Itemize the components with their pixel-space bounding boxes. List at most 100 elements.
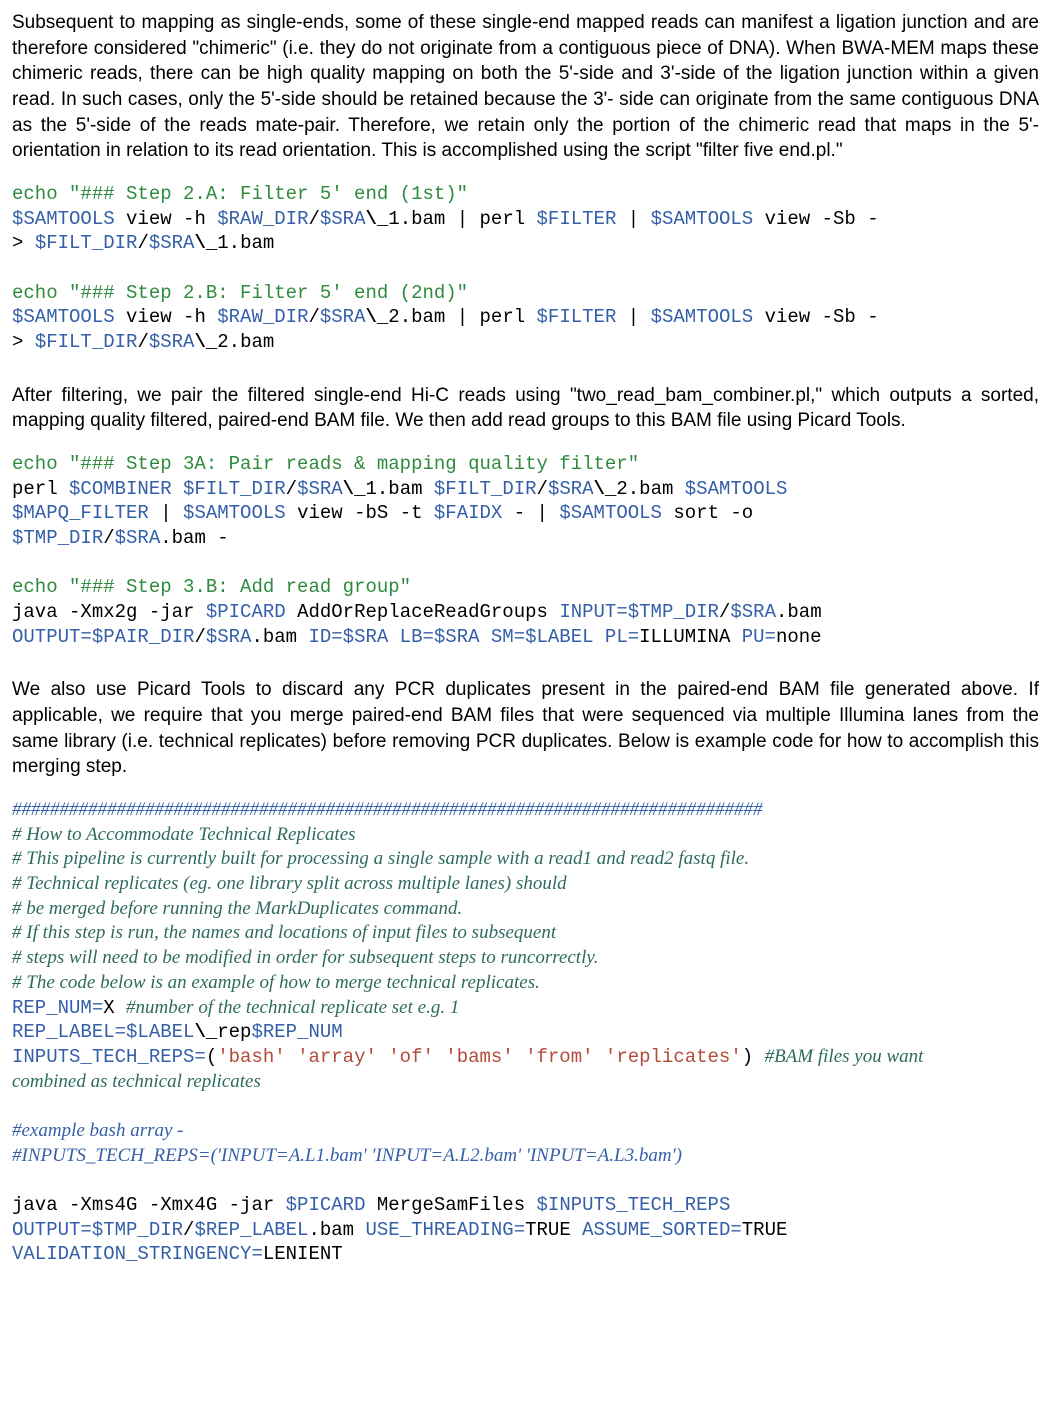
echo-line: echo "### Step 3A: Pair reads & mapping … (12, 453, 639, 475)
comment: # If this step is run, the names and loc… (12, 922, 556, 943)
tk: PU= (742, 626, 776, 648)
tk: $PICARD (286, 1194, 377, 1216)
tk: $SAMTOOLS (12, 306, 115, 328)
paragraph-1: Subsequent to mapping as single-ends, so… (12, 10, 1039, 164)
tk: INPUT=$TMP_DIR (559, 601, 719, 623)
tk: $REP_NUM (251, 1021, 342, 1043)
tk: $TMP_DIR (12, 527, 103, 549)
comment: #number of the technical replicate set e… (126, 997, 459, 1018)
tk: sort -o (662, 502, 753, 524)
tk: $SRA (115, 527, 161, 549)
tk: $FILTER (537, 306, 617, 328)
tk: ( (206, 1046, 217, 1068)
tk: rep (217, 1021, 251, 1043)
code-block-step3: echo "### Step 3A: Pair reads & mapping … (12, 452, 1039, 650)
tk: $SRA (320, 208, 366, 230)
comment: # Technical replicates (eg. one library … (12, 873, 567, 894)
tk: $SAMTOOLS (183, 502, 286, 524)
tk: 2.bam (217, 331, 274, 353)
tk: MergeSamFiles (377, 1194, 537, 1216)
tk: java -Xmx2g -jar (12, 601, 206, 623)
tk: view -Sb - (753, 208, 878, 230)
paragraph-3: We also use Picard Tools to discard any … (12, 677, 1039, 780)
tk: \_ (343, 478, 366, 500)
tk: / (537, 478, 548, 500)
code-block-techreps: ########################################… (12, 798, 1039, 1267)
paragraph-2: After filtering, we pair the filtered si… (12, 383, 1039, 434)
tk: REP_LABEL=$LABEL (12, 1021, 194, 1043)
tk: \_ (365, 306, 388, 328)
tk: | (616, 306, 650, 328)
tk: $SRA (149, 331, 195, 353)
tk: / (137, 331, 148, 353)
tk: none (776, 626, 822, 648)
tk: \_ (194, 1021, 217, 1043)
tk: / (286, 478, 297, 500)
tk: $PICARD (206, 601, 286, 623)
tk: USE_THREADING= (365, 1219, 525, 1241)
tk: $SAMTOOLS (559, 502, 662, 524)
tk: \_ (194, 232, 217, 254)
comment: # How to Accommodate Technical Replicate… (12, 824, 356, 845)
tk: > (12, 331, 35, 353)
tk: OUTPUT=$PAIR_DIR (12, 626, 194, 648)
tk: VALIDATION_STRINGENCY= (12, 1243, 263, 1265)
tk: $COMBINER $FILT_DIR (69, 478, 286, 500)
tk: perl (12, 478, 69, 500)
tk: $FILTER (537, 208, 617, 230)
comment: combined as technical replicates (12, 1071, 261, 1092)
tk: / (719, 601, 730, 623)
tk: $SRA (548, 478, 594, 500)
tk: \_ (194, 331, 217, 353)
tk: $REP_LABEL (194, 1219, 308, 1241)
tk: view -bS -t (286, 502, 434, 524)
tk: $SRA (730, 601, 776, 623)
tk: $FAIDX (434, 502, 502, 524)
comment: # This pipeline is currently built for p… (12, 848, 749, 869)
tk: / (103, 527, 114, 549)
comment: # be merged before running the MarkDupli… (12, 898, 462, 919)
tk: 2.bam | perl (388, 306, 536, 328)
tk: ILLUMINA (639, 626, 742, 648)
tk: ID=$SRA LB=$SRA SM=$LABEL PL= (308, 626, 639, 648)
tk: 'bash' 'array' 'of' 'bams' 'from' 'repli… (217, 1046, 742, 1068)
tk: TRUE (525, 1219, 582, 1241)
tk: java -Xms4G -Xmx4G -jar (12, 1194, 286, 1216)
tk: / (194, 626, 205, 648)
tk: / (308, 306, 319, 328)
tk: | (149, 502, 183, 524)
tk: $SAMTOOLS (651, 208, 754, 230)
tk: $SAMTOOLS (12, 208, 115, 230)
echo-line: echo "### Step 2.B: Filter 5' end (2nd)" (12, 282, 468, 304)
tk: $INPUTS_TECH_REPS (537, 1194, 731, 1216)
tk: $MAPQ_FILTER (12, 502, 149, 524)
code-block-step2: echo "### Step 2.A: Filter 5' end (1st)"… (12, 182, 1039, 355)
tk: .bam (308, 1219, 365, 1241)
tk: \_ (594, 478, 617, 500)
comment: #example bash array - (12, 1120, 184, 1141)
tk: $SAMTOOLS (685, 478, 788, 500)
tk: .bam (251, 626, 308, 648)
tk: $SRA (320, 306, 366, 328)
tk: 2.bam (616, 478, 684, 500)
tk: view -Sb - (753, 306, 878, 328)
tk: ASSUME_SORTED= (582, 1219, 742, 1241)
tk: .bam - (160, 527, 228, 549)
tk: $SRA (206, 626, 252, 648)
tk: $FILT_DIR (434, 478, 537, 500)
tk: X (103, 997, 126, 1019)
tk: view -h (115, 306, 218, 328)
comment: # steps will need to be modified in orde… (12, 947, 598, 968)
tk: 1.bam | perl (388, 208, 536, 230)
tk: .bam (776, 601, 822, 623)
tk: view -h (115, 208, 218, 230)
comment: #BAM files you want (765, 1046, 924, 1067)
tk: 1.bam (217, 232, 274, 254)
tk: $SRA (297, 478, 343, 500)
tk: \_ (365, 208, 388, 230)
comment: # The code below is an example of how to… (12, 972, 540, 993)
tk: / (308, 208, 319, 230)
tk: $RAW_DIR (217, 306, 308, 328)
tk: 1.bam (365, 478, 433, 500)
tk: | (616, 208, 650, 230)
